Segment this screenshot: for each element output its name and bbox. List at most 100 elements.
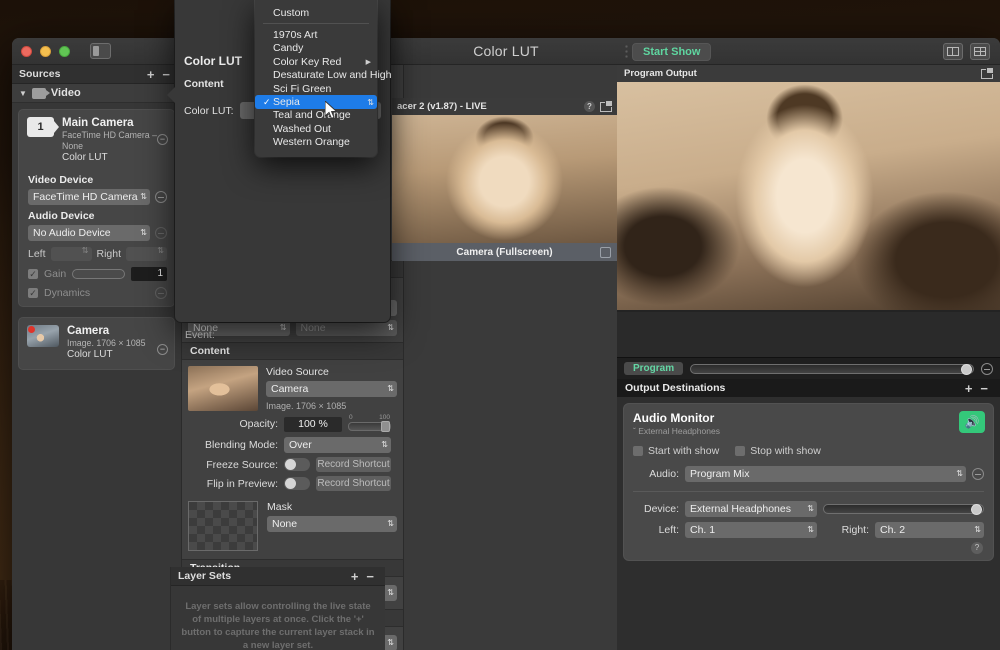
video-group-row[interactable]: ▼ Video (12, 84, 181, 103)
menu-item-color-key-red[interactable]: Color Key Red ▶ (255, 55, 377, 68)
zoom-button-icon[interactable] (59, 45, 70, 57)
program-volume-reset-icon[interactable] (981, 362, 993, 375)
start-with-show-label: Start with show (648, 445, 720, 457)
gain-checkbox[interactable]: ✓ (28, 269, 38, 279)
source-camera-layer[interactable]: Camera Image. 1706 × 1085 Color LUT − (18, 317, 175, 370)
preview-panel: acer 2 (v1.87) - LIVE ? Camera (Fullscre… (392, 98, 617, 261)
menu-item-sepia[interactable]: ✓ Sepia (255, 95, 377, 109)
video-source-select[interactable]: Camera (266, 381, 397, 397)
close-button-icon[interactable] (21, 45, 32, 57)
color-lut-dropdown-menu[interactable]: Custom 1970s Art Candy Color Key Red ▶ Desatu… (255, 0, 392, 157)
mask-select[interactable]: None (267, 516, 397, 532)
chevron-down-icon[interactable]: ▼ (19, 89, 27, 98)
popover-arrow-icon (167, 86, 176, 104)
variant-event-select[interactable]: None (295, 320, 397, 336)
audio-right-select[interactable] (126, 246, 167, 261)
freeze-source-record-shortcut-button[interactable]: Record Shortcut (316, 457, 391, 472)
program-volume-slider[interactable] (690, 363, 974, 375)
start-show-button[interactable]: Start Show (632, 43, 712, 61)
popout-window-icon[interactable] (981, 66, 994, 79)
audio-device-label: Audio Device (28, 210, 95, 222)
traffic-lights (12, 43, 111, 59)
opacity-slider[interactable]: 0 100 (348, 414, 391, 433)
add-layer-set-button[interactable]: + (347, 570, 363, 583)
gain-slider[interactable] (72, 269, 125, 279)
gain-label: Gain (44, 268, 67, 280)
add-source-button[interactable]: + (143, 68, 159, 81)
layout-buttons (943, 43, 990, 60)
minimize-button-icon[interactable] (40, 45, 51, 57)
sources-panel-header: Sources + − (12, 65, 181, 84)
video-device-reset-icon[interactable] (155, 191, 167, 203)
main-camera-remove-icon[interactable]: − (157, 134, 168, 145)
main-camera-subtitle: FaceTime HD Camera – None (62, 130, 157, 151)
remove-destination-button[interactable]: − (976, 382, 992, 395)
audio-device-out-select[interactable]: External Headphones (685, 501, 817, 517)
menu-item-candy[interactable]: Candy (255, 42, 377, 55)
menu-item-western-orange[interactable]: Western Orange (255, 136, 377, 149)
menu-item-label: Color Key Red (273, 55, 342, 68)
blending-mode-label: Blending Mode: (205, 439, 278, 451)
layer-sets-title: Layer Sets (178, 570, 232, 582)
monitor-left-label: Left: (658, 524, 679, 536)
menu-item-desaturate-low-and-high[interactable]: Desaturate Low and High (255, 69, 392, 82)
content-video-thumbnail (188, 366, 258, 411)
audio-left-label: Left (28, 248, 46, 260)
program-video-image (617, 82, 1000, 312)
monitor-right-label: Right: (841, 524, 869, 536)
monitor-volume-slider[interactable] (823, 504, 984, 515)
gain-value[interactable]: 1 (131, 267, 167, 281)
layer-sets-empty-text: Layer sets allow controlling the live st… (181, 601, 375, 650)
preview-title: acer 2 (v1.87) - LIVE (397, 101, 487, 112)
menu-item-sci-fi-green[interactable]: Sci Fi Green (255, 82, 377, 95)
layout-two-pane-icon[interactable] (943, 43, 963, 60)
video-device-select[interactable]: FaceTime HD Camera (28, 189, 150, 205)
camera-layer-subtitle: Image. 1706 × 1085 (67, 338, 146, 348)
sidebar-toggle-icon[interactable] (90, 43, 111, 59)
audio-monitor-title: Audio Monitor (633, 411, 715, 425)
remove-source-button[interactable]: − (158, 68, 174, 81)
remove-layer-set-button[interactable]: − (362, 570, 378, 583)
menu-item-teal-and-orange[interactable]: Teal and Orange (255, 109, 377, 122)
audio-mix-reset-icon[interactable] (972, 468, 984, 480)
stop-with-show-checkbox[interactable]: Stop with show (735, 445, 821, 457)
menu-separator (263, 23, 369, 25)
program-badge[interactable]: Program (624, 362, 684, 375)
main-camera-name: Main Camera (62, 117, 134, 129)
menu-item-washed-out[interactable]: Washed Out (255, 122, 377, 135)
freeze-source-toggle[interactable] (284, 458, 310, 471)
menu-item-label: Washed Out (273, 122, 331, 135)
menu-item-custom[interactable]: Custom (255, 6, 377, 19)
program-spacer (617, 312, 1000, 357)
monitor-right-select[interactable]: Ch. 2 (875, 522, 984, 538)
video-source-meta: Image. 1706 × 1085 (266, 401, 347, 411)
help-icon[interactable]: ? (584, 101, 595, 112)
preview-fullscreen-icon[interactable] (600, 246, 611, 258)
audio-mix-select[interactable]: Program Mix (685, 466, 966, 482)
menu-item-1970s-art[interactable]: 1970s Art (255, 28, 377, 41)
speaker-on-icon[interactable]: 🔊 (959, 411, 985, 433)
add-destination-button[interactable]: + (961, 382, 977, 395)
flip-preview-record-shortcut-button[interactable]: Record Shortcut (316, 476, 391, 491)
blending-mode-select[interactable]: Over (284, 437, 391, 453)
layer-sets-panel: Layer Sets + − Layer sets allow controll… (170, 567, 385, 650)
dynamics-checkbox[interactable]: ✓ (28, 288, 38, 298)
start-with-show-checkbox[interactable]: Start with show (633, 445, 719, 457)
stop-with-show-label: Stop with show (750, 445, 821, 457)
preview-caption-bar: Camera (Fullscreen) (392, 243, 617, 261)
audio-monitor-card[interactable]: Audio Monitor ˇ External Headphones 🔊 St… (623, 403, 994, 561)
mask-preview (188, 501, 258, 551)
flip-preview-toggle[interactable] (284, 477, 310, 490)
source-main-camera[interactable]: 1 Main Camera FaceTime HD Camera – None … (18, 109, 175, 307)
audio-device-reset-icon[interactable] (155, 227, 167, 239)
audio-left-select[interactable] (50, 246, 92, 261)
dynamics-reset-icon[interactable] (155, 287, 167, 299)
camera-layer-remove-icon[interactable]: − (157, 344, 168, 355)
audio-device-select[interactable]: No Audio Device (28, 225, 150, 241)
opacity-value[interactable]: 100 % (284, 416, 342, 432)
help-icon[interactable]: ? (971, 542, 983, 554)
layout-four-pane-icon[interactable] (970, 43, 990, 60)
opacity-label: Opacity: (239, 418, 278, 430)
monitor-left-select[interactable]: Ch. 1 (685, 522, 817, 538)
popout-window-icon[interactable] (600, 99, 613, 112)
